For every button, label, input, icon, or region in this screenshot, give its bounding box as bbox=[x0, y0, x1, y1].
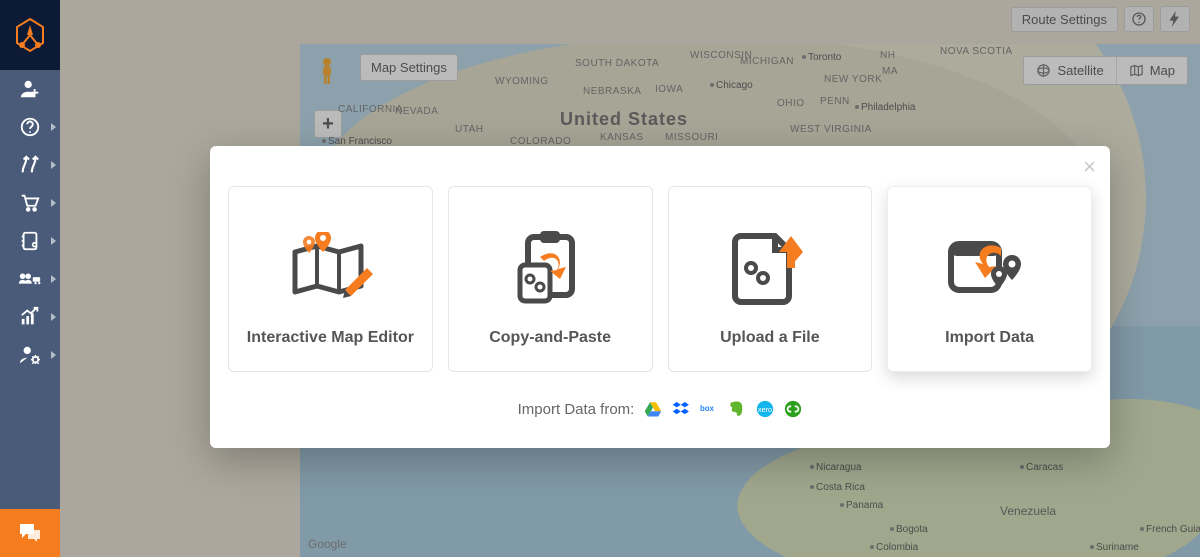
quickbooks-icon[interactable] bbox=[784, 400, 802, 418]
card-upload-file[interactable]: Upload a File bbox=[668, 186, 873, 372]
box-icon[interactable]: box bbox=[700, 400, 718, 418]
fleet-icon bbox=[18, 268, 42, 290]
sidebar-item-add-user[interactable] bbox=[0, 70, 60, 108]
upload-file-icon bbox=[725, 227, 815, 307]
xero-icon[interactable]: xero bbox=[756, 400, 774, 418]
chat-button[interactable] bbox=[0, 509, 60, 557]
chevron-right-icon bbox=[51, 237, 56, 245]
sidebar-item-help[interactable] bbox=[0, 108, 60, 146]
import-from-row: Import Data from: box xero bbox=[210, 400, 1110, 418]
card-label: Import Data bbox=[945, 329, 1034, 347]
card-label: Upload a File bbox=[720, 329, 820, 347]
svg-text:xero: xero bbox=[758, 405, 772, 414]
card-copy-and-paste[interactable]: Copy-and-Paste bbox=[448, 186, 653, 372]
chat-icon bbox=[18, 522, 42, 544]
map-editor-icon bbox=[285, 227, 375, 307]
sidebar-item-fleet[interactable] bbox=[0, 260, 60, 298]
sidebar-item-orders[interactable] bbox=[0, 184, 60, 222]
svg-text:box: box bbox=[700, 404, 715, 413]
sidebar-item-routes[interactable] bbox=[0, 146, 60, 184]
card-import-data[interactable]: Import Data bbox=[887, 186, 1092, 372]
cart-icon bbox=[19, 192, 41, 214]
help-icon bbox=[19, 116, 41, 138]
new-route-modal: × Interactive Map Edi bbox=[210, 146, 1110, 448]
chevron-right-icon bbox=[51, 275, 56, 283]
card-label: Interactive Map Editor bbox=[247, 329, 414, 347]
left-nav-rail bbox=[0, 0, 60, 557]
import-from-label: Import Data from: bbox=[518, 401, 635, 418]
chevron-right-icon bbox=[51, 351, 56, 359]
chevron-right-icon bbox=[51, 161, 56, 169]
main-area: Route Settings Map Settings + Satellite bbox=[60, 0, 1200, 557]
import-data-icon bbox=[945, 227, 1035, 307]
clipboard-icon bbox=[505, 227, 595, 307]
card-label: Copy-and-Paste bbox=[489, 329, 611, 347]
dropbox-icon[interactable] bbox=[672, 400, 690, 418]
address-book-icon bbox=[19, 230, 41, 252]
app-logo bbox=[0, 0, 60, 70]
route-arrows-icon bbox=[19, 154, 41, 176]
user-gear-icon bbox=[19, 344, 41, 366]
add-user-icon bbox=[19, 78, 41, 100]
card-interactive-map-editor[interactable]: Interactive Map Editor bbox=[228, 186, 433, 372]
chevron-right-icon bbox=[51, 313, 56, 321]
logo-icon bbox=[13, 15, 47, 55]
card-row: Interactive Map Editor Copy-and-Paste bbox=[210, 186, 1110, 372]
modal-close-button[interactable]: × bbox=[1083, 156, 1096, 178]
evernote-icon[interactable] bbox=[728, 400, 746, 418]
sidebar-item-user-settings[interactable] bbox=[0, 336, 60, 374]
chevron-right-icon bbox=[51, 199, 56, 207]
chevron-right-icon bbox=[51, 123, 56, 131]
sidebar-item-addresses[interactable] bbox=[0, 222, 60, 260]
google-drive-icon[interactable] bbox=[644, 400, 662, 418]
chart-up-icon bbox=[19, 306, 41, 328]
sidebar-item-analytics[interactable] bbox=[0, 298, 60, 336]
